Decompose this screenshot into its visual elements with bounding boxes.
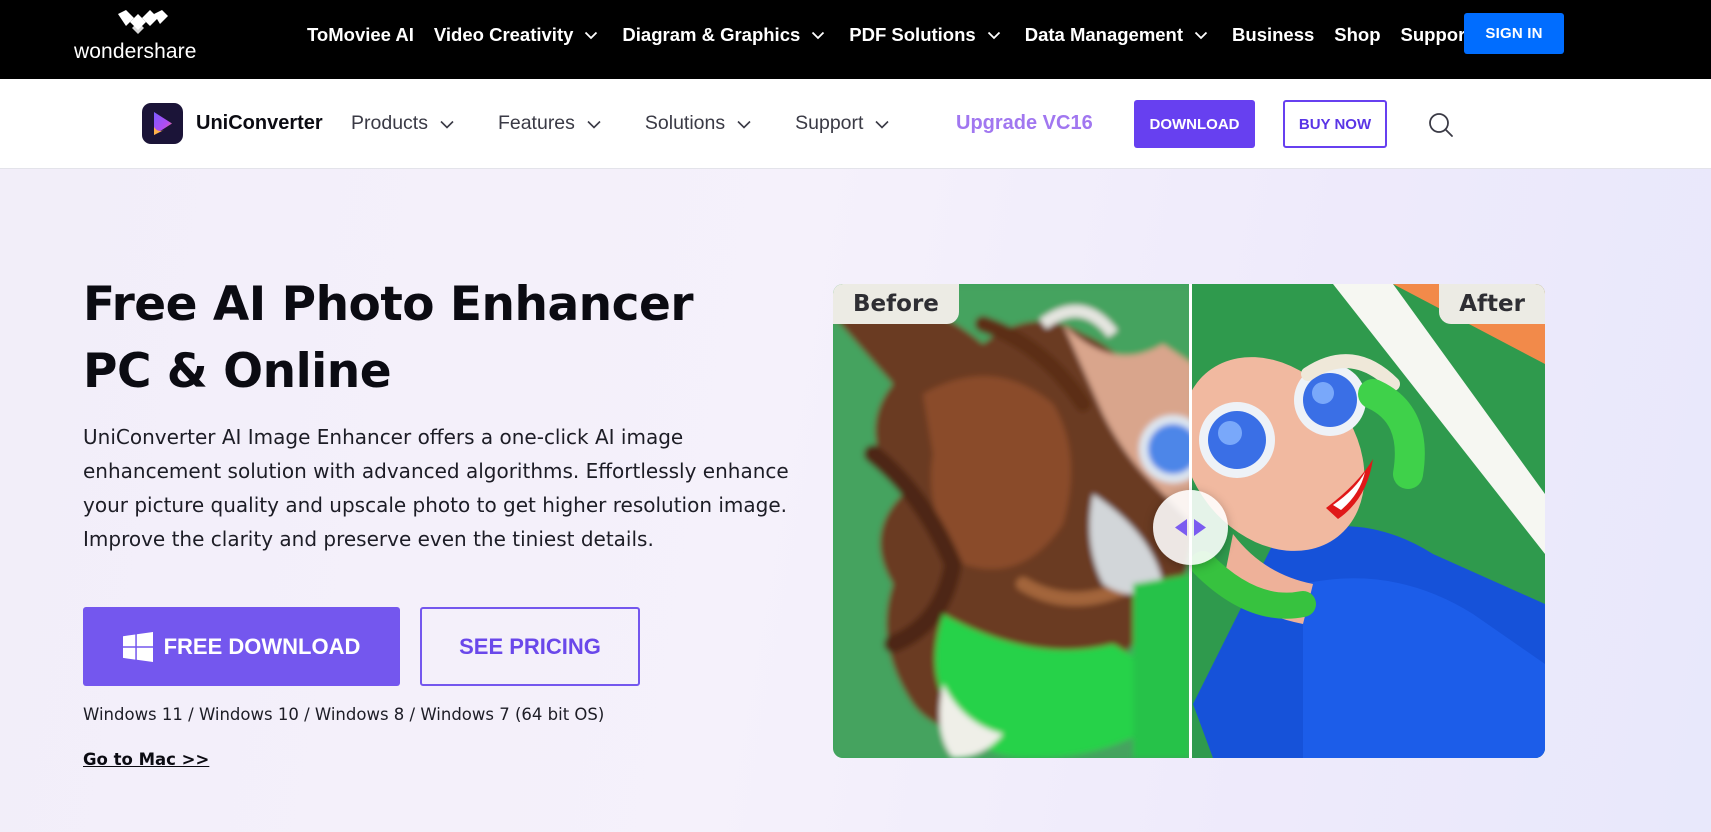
global-nav-item-diagram-graphics[interactable]: Diagram & Graphics <box>622 24 829 46</box>
download-button[interactable]: DOWNLOAD <box>1134 100 1255 148</box>
chevron-down-icon <box>812 31 825 40</box>
product-menu-label: Products <box>351 112 428 134</box>
product-menu-products[interactable]: Products <box>351 112 455 135</box>
product-menu-label: Features <box>497 112 575 134</box>
global-nav-label: Support <box>1400 24 1472 45</box>
product-nav: UniConverter Products Features Solutions… <box>0 79 1711 169</box>
product-menu: Products Features Solutions Support <box>351 103 933 144</box>
global-nav-label: PDF Solutions <box>849 24 976 45</box>
go-to-mac-link[interactable]: Go to Mac >> <box>83 750 209 769</box>
hero-section: Free AI Photo Enhancer PC & Online UniCo… <box>0 169 1711 832</box>
product-menu-features[interactable]: Features <box>498 112 602 135</box>
page-title: Free AI Photo Enhancer PC & Online <box>83 271 694 405</box>
chevron-down-icon <box>987 31 1000 40</box>
chevron-down-icon <box>875 120 890 129</box>
global-nav-item-video-creativity[interactable]: Video Creativity <box>434 24 603 46</box>
free-download-button[interactable]: FREE DOWNLOAD <box>83 607 400 686</box>
before-badge: Before <box>833 284 959 324</box>
global-nav-label: Business <box>1232 24 1315 45</box>
wondershare-logo[interactable]: wondershare <box>74 10 214 66</box>
product-name: UniConverter <box>196 112 323 134</box>
global-topbar: wondershare ToMoviee AI Video Creativity… <box>0 0 1711 79</box>
global-nav-label: Data Management <box>1024 24 1184 45</box>
global-nav-item-tomoviee-ai[interactable]: ToMoviee AI <box>307 24 414 46</box>
global-nav-item-business[interactable]: Business <box>1232 24 1314 46</box>
global-nav-label: Diagram & Graphics <box>622 24 801 45</box>
chevron-down-icon <box>587 120 601 129</box>
uniconverter-logo-icon <box>142 103 183 144</box>
upgrade-link[interactable]: Upgrade VC16 <box>956 103 1093 144</box>
see-pricing-button[interactable]: SEE PRICING <box>420 607 640 686</box>
wondershare-logo-icon <box>118 10 168 34</box>
os-compatibility-note: Windows 11 / Windows 10 / Windows 8 / Wi… <box>83 705 605 724</box>
chevron-down-icon <box>737 120 751 129</box>
global-nav-label: Shop <box>1334 24 1381 45</box>
wondershare-wordmark: wondershare <box>74 40 197 63</box>
free-download-label: FREE DOWNLOAD <box>163 633 361 659</box>
uniconverter-brand[interactable]: UniConverter <box>142 103 323 144</box>
chevron-down-icon <box>585 31 598 40</box>
before-after-comparison[interactable]: Before After <box>833 284 1545 758</box>
search-icon[interactable] <box>1428 112 1454 138</box>
product-menu-label: Support <box>795 112 864 134</box>
page-title-line-1: Free AI Photo Enhancer <box>83 277 694 332</box>
global-nav-item-shop[interactable]: Shop <box>1334 24 1380 46</box>
global-nav-item-data-management[interactable]: Data Management <box>1025 24 1212 46</box>
comparison-slider-handle[interactable] <box>1153 490 1228 565</box>
after-badge: After <box>1439 284 1545 324</box>
hero-description: UniConverter AI Image Enhancer offers a … <box>83 425 789 551</box>
chevron-down-icon <box>1194 31 1208 40</box>
global-nav-label: Video Creativity <box>433 24 574 45</box>
product-menu-support[interactable]: Support <box>795 112 890 135</box>
global-nav: ToMoviee AI Video Creativity Diagram & G… <box>307 0 1491 70</box>
buy-now-button[interactable]: BUY NOW <box>1283 100 1387 148</box>
left-right-arrows-icon <box>1175 519 1206 536</box>
chevron-down-icon <box>440 120 454 129</box>
global-nav-item-pdf-solutions[interactable]: PDF Solutions <box>849 24 1004 46</box>
global-nav-label: ToMoviee AI <box>307 24 414 45</box>
product-menu-label: Solutions <box>644 112 726 134</box>
sign-in-button[interactable]: SIGN IN <box>1464 13 1564 54</box>
product-menu-solutions[interactable]: Solutions <box>645 112 752 135</box>
page-title-line-2: PC & Online <box>83 344 392 399</box>
windows-icon <box>122 631 153 662</box>
global-nav-item-support[interactable]: Support <box>1401 24 1472 46</box>
